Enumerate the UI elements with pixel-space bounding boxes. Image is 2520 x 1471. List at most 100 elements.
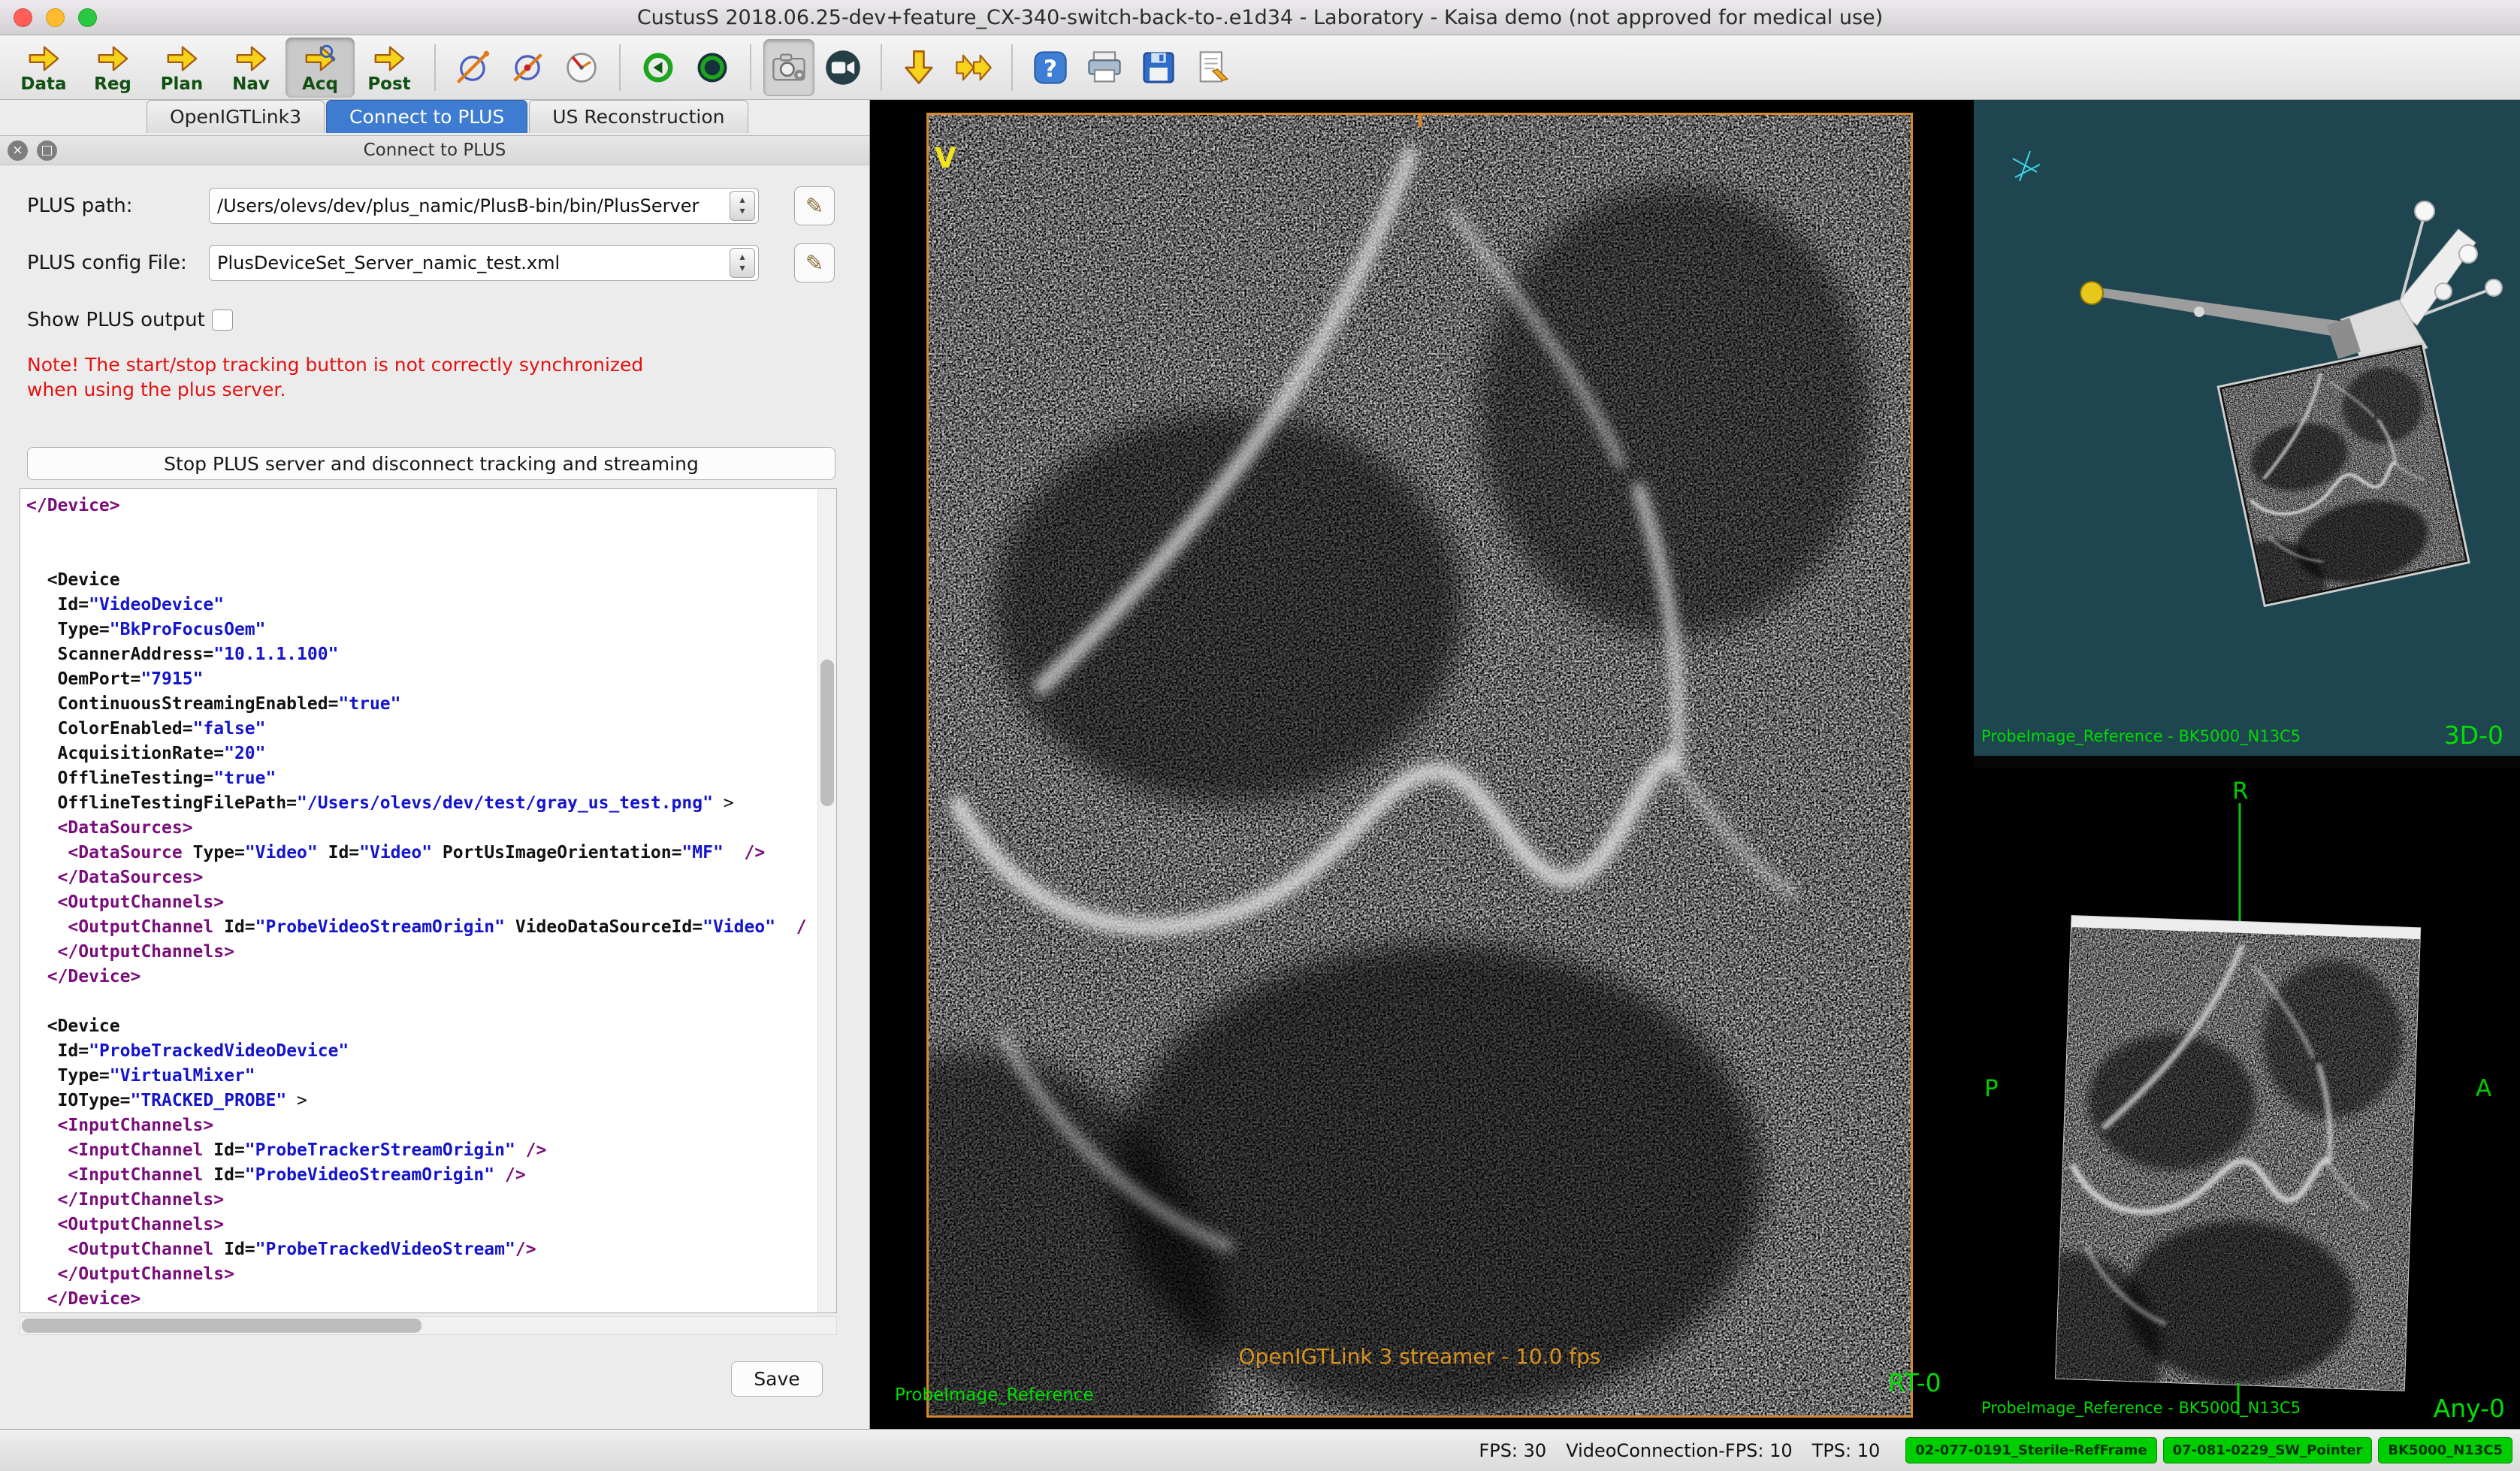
xml-line: ColorEnabled="false" <box>26 717 816 742</box>
xml-line: OfflineTesting="true" <box>26 766 816 791</box>
image-source-label: ProbeImage_Reference - BK5000_N13C5 <box>1981 1399 2301 1417</box>
realtime-2d-view[interactable]: V OpenIGTLink 3 streamer - 10.0 fps Prob… <box>870 100 1974 1429</box>
tps-label: TPS: 10 <box>1812 1440 1881 1461</box>
crosshair-target-icon <box>454 48 493 87</box>
save-icon <box>1139 48 1178 87</box>
plus-config-stepper[interactable]: ▴▾ <box>730 248 755 278</box>
save-button[interactable] <box>1133 39 1184 96</box>
tool-import-icon <box>900 48 939 87</box>
toolbar-separator <box>750 44 751 91</box>
workflow-nav-button[interactable]: Nav <box>216 38 286 98</box>
orientation-label-p: P <box>1984 1075 1999 1102</box>
close-window-button[interactable] <box>14 8 32 27</box>
tool-status-badges: 02-077-0191_Sterile-RefFrame07-081-0229_… <box>1899 1437 2512 1463</box>
workflow-button-label: Data <box>20 74 66 94</box>
crosshair-target-button[interactable] <box>448 39 499 96</box>
center-tool-button[interactable] <box>687 39 738 96</box>
stream-forward-icon <box>954 48 993 87</box>
fps-label: FPS: 30 <box>1479 1440 1546 1461</box>
clock-icon <box>562 48 601 87</box>
close-panel-button[interactable]: × <box>8 140 28 161</box>
workflow-button-label: Reg <box>94 74 131 94</box>
stop-plus-server-button[interactable]: Stop PLUS server and disconnect tracking… <box>27 447 835 480</box>
window-controls <box>14 8 97 27</box>
workflow-arrow-icon <box>372 41 406 76</box>
tab-connect-to-plus[interactable]: Connect to PLUS <box>326 100 527 133</box>
xml-horizontal-scrollbar[interactable] <box>20 1316 837 1335</box>
xml-line: <Device <box>26 568 816 593</box>
show-plus-output-checkbox[interactable] <box>212 310 233 331</box>
xml-line: </OutputChannels> <box>26 1262 816 1287</box>
workflow-plan-button[interactable]: Plan <box>147 38 216 98</box>
plus-path-stepper[interactable]: ▴▾ <box>730 191 755 221</box>
panel-header-buttons: × □ <box>8 136 57 165</box>
horizontal-scrollbar-thumb[interactable] <box>22 1318 422 1333</box>
xml-line: <OutputChannels> <box>26 890 816 915</box>
plus-path-combobox[interactable]: /Users/olevs/dev/plus_namic/PlusB-bin/bi… <box>209 188 759 224</box>
tool-import-button[interactable] <box>894 39 945 96</box>
tab-openigtlink3[interactable]: OpenIGTLink3 <box>147 100 325 133</box>
xml-line <box>26 518 816 543</box>
image-source-label: ProbeImage_Reference - BK5000_N13C5 <box>1981 727 2301 745</box>
pointer-calibration-icon <box>508 48 547 87</box>
workflow-button-label: Nav <box>232 74 270 94</box>
printer-button[interactable] <box>1079 39 1130 96</box>
xml-line: IOType="TRACKED_PROBE" > <box>26 1089 816 1113</box>
xml-line: ContinuousStreamingEnabled="true" <box>26 692 816 717</box>
toolbar-separator <box>434 44 436 91</box>
save-button[interactable]: Save <box>731 1361 823 1397</box>
clock-button[interactable] <box>556 39 607 96</box>
camera-settings-button[interactable] <box>763 39 814 96</box>
plus-config-combobox[interactable]: PlusDeviceSet_Server_namic_test.xml ▴▾ <box>209 245 759 281</box>
toolbar-separator <box>1011 44 1013 91</box>
workflow-button-label: Plan <box>161 74 204 94</box>
stream-status-label: OpenIGTLink 3 streamer - 10.0 fps <box>929 1344 1911 1369</box>
ultrasound-image <box>929 115 1911 1415</box>
xml-line: Type="VirtualMixer" <box>26 1064 816 1089</box>
3d-scene <box>1974 100 2520 756</box>
xml-line: <DataSources> <box>26 816 816 841</box>
svg-text:?: ? <box>1044 55 1057 82</box>
image-source-label: ProbeImage_Reference <box>895 1385 1094 1405</box>
screenshot-page-button[interactable] <box>1187 39 1238 96</box>
right-view-column: ProbeImage_Reference - BK5000_N13C5 3D-0… <box>1974 100 2520 1429</box>
center-image-button[interactable] <box>633 39 684 96</box>
workflow-button-label: Post <box>367 74 410 94</box>
camera-settings-icon <box>769 48 808 87</box>
video-camera-button[interactable] <box>817 39 869 96</box>
window-titlebar: CustusS 2018.06.25-dev+feature_CX-340-sw… <box>0 0 2520 35</box>
tab-us-reconstruction[interactable]: US Reconstruction <box>529 100 748 133</box>
edit-plus-config-button[interactable]: ✎ <box>794 243 835 282</box>
zoom-window-button[interactable] <box>78 8 97 27</box>
workflow-reg-button[interactable]: Reg <box>78 38 147 98</box>
workflow-post-button[interactable]: Post <box>355 38 424 98</box>
xml-line: <InputChannel Id="ProbeTrackerStreamOrig… <box>26 1138 816 1163</box>
xml-line: Type="BkProFocusOem" <box>26 618 816 642</box>
xml-config-editor[interactable]: </Device> <Device Id="VideoDevice" Type=… <box>26 494 816 1309</box>
workflow-arrow-icon <box>234 41 268 76</box>
vertical-scrollbar-thumb[interactable] <box>820 660 834 806</box>
xml-line: <OutputChannel Id="ProbeVideoStreamOrigi… <box>26 915 816 940</box>
xml-line: OemPort="7915" <box>26 667 816 692</box>
workflow-arrow-icon <box>303 41 337 76</box>
toolbar-separator <box>619 44 621 91</box>
stream-forward-button[interactable] <box>948 39 999 96</box>
xml-line: <OutputChannels> <box>26 1213 816 1237</box>
toolbar-separator <box>881 44 882 91</box>
edit-plus-path-button[interactable]: ✎ <box>794 186 835 225</box>
xml-vertical-scrollbar[interactable] <box>817 489 836 1312</box>
plus-path-label: PLUS path: <box>27 195 133 217</box>
3d-view[interactable]: ProbeImage_Reference - BK5000_N13C5 3D-0 <box>1974 100 2520 756</box>
any-plane-view[interactable]: R P A ProbeImage_Reference - BK5000_N13C… <box>1974 769 2520 1429</box>
help-button[interactable]: ? <box>1025 39 1076 96</box>
minimize-window-button[interactable] <box>46 8 65 27</box>
video-fps-label: VideoConnection-FPS: 10 <box>1566 1440 1792 1461</box>
workflow-data-button[interactable]: Data <box>9 38 78 98</box>
panel-title: Connect to PLUS <box>364 140 506 160</box>
chevron-down-icon: ▾ <box>739 206 745 217</box>
plus-config-value: PlusDeviceSet_Server_namic_test.xml <box>217 252 725 273</box>
printer-icon <box>1085 48 1124 87</box>
detach-panel-button[interactable]: □ <box>37 140 57 161</box>
workflow-acq-button[interactable]: Acq <box>286 38 355 98</box>
pointer-calibration-button[interactable] <box>502 39 553 96</box>
